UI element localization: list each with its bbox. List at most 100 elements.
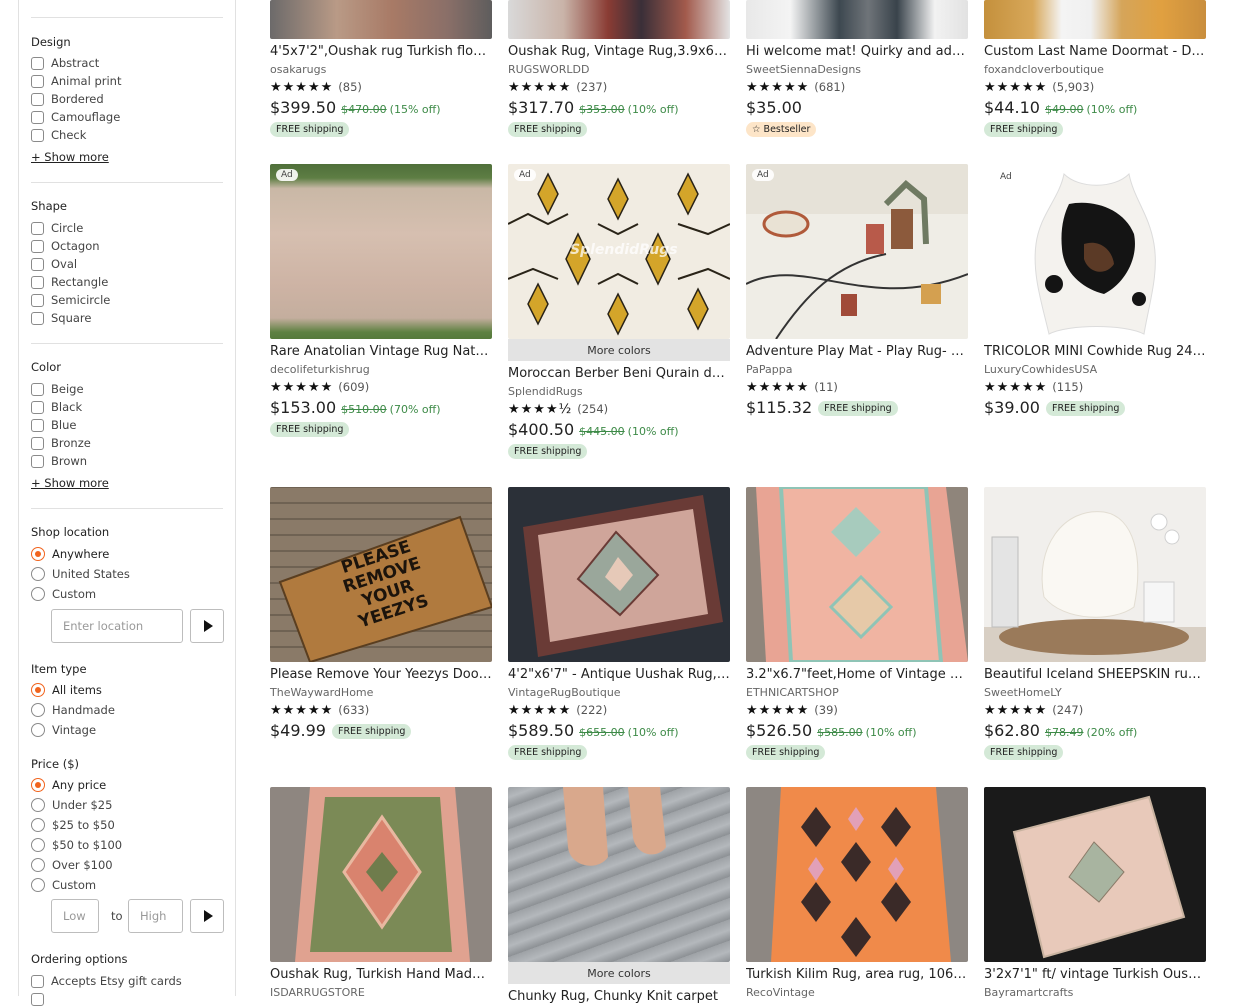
listing-card[interactable]: 3'2x7'1" ft/ vintage Turkish Oushak rug … <box>984 787 1206 999</box>
shape-option-oval[interactable]: Oval <box>31 256 77 272</box>
listing-title[interactable]: Oushak Rug, Turkish Hand Made Rug <box>270 967 492 983</box>
shape-option-semicircle[interactable]: Semicircle <box>31 292 110 308</box>
ordering-option-next[interactable] <box>31 991 51 1007</box>
listing-image[interactable] <box>746 0 968 39</box>
listing-card[interactable]: Ad SplendidRugs More colors Moroccan Ber… <box>508 164 730 459</box>
listing-shop[interactable]: osakarugs <box>270 63 492 76</box>
listing-image[interactable]: Ad <box>270 164 492 339</box>
radio-icon[interactable] <box>31 818 45 832</box>
radio-selected-icon[interactable] <box>31 778 45 792</box>
radio-icon[interactable] <box>31 858 45 872</box>
ordering-option-gift-cards[interactable]: Accepts Etsy gift cards <box>31 973 182 989</box>
checkbox-icon[interactable] <box>31 74 44 88</box>
color-option-brown[interactable]: Brown <box>31 453 87 469</box>
listing-title[interactable]: 4'2"x6'7" - Antique Uushak Rug, Vintage <box>508 667 730 683</box>
design-option-bordered[interactable]: Bordered <box>31 91 104 107</box>
listing-shop[interactable]: SweetSiennaDesigns <box>746 63 968 76</box>
design-option-check[interactable]: Check <box>31 127 86 143</box>
listing-shop[interactable]: ETHNICARTSHOP <box>746 686 968 699</box>
listing-shop[interactable]: LuxuryCowhidesUSA <box>984 363 1206 376</box>
checkbox-icon[interactable] <box>31 257 44 271</box>
listing-shop[interactable]: PaPappa <box>746 363 968 376</box>
listing-title[interactable]: Please Remove Your Yeezys Doormat <box>270 667 492 683</box>
price-option-over-100[interactable]: Over $100 <box>31 857 113 873</box>
location-option-custom[interactable]: Custom <box>31 586 96 602</box>
listing-title[interactable]: Custom Last Name Doormat - Door mat <box>984 44 1206 60</box>
checkbox-icon[interactable] <box>31 56 44 70</box>
listing-image[interactable] <box>508 0 730 39</box>
listing-shop[interactable]: decolifeturkishrug <box>270 363 492 376</box>
radio-icon[interactable] <box>31 587 45 601</box>
more-colors-bar[interactable]: More colors <box>508 339 730 361</box>
listing-title[interactable]: Moroccan Berber Beni Qurain design rug <box>508 366 730 382</box>
listing-card[interactable]: 4'5x7'2",Oushak rug Turkish floor rug os… <box>270 0 492 137</box>
listing-shop[interactable]: Bayramartcrafts <box>984 986 1206 999</box>
price-submit-button[interactable] <box>190 899 224 933</box>
location-submit-button[interactable] <box>190 609 224 643</box>
listing-image[interactable] <box>270 787 492 962</box>
design-option-camouflage[interactable]: Camouflage <box>31 109 120 125</box>
radio-icon[interactable] <box>31 723 45 737</box>
listing-card[interactable]: Ad Rare Anatolian Vintage Rug Natural de… <box>270 164 492 437</box>
listing-card[interactable]: More colors Chunky Rug, Chunky Knit carp… <box>508 787 730 1005</box>
shape-option-octagon[interactable]: Octagon <box>31 238 100 254</box>
design-option-abstract[interactable]: Abstract <box>31 55 99 71</box>
listing-title[interactable]: 4'5x7'2",Oushak rug Turkish floor rug <box>270 44 492 60</box>
item-type-option-handmade[interactable]: Handmade <box>31 702 115 718</box>
price-option-under-25[interactable]: Under $25 <box>31 797 112 813</box>
checkbox-icon[interactable] <box>31 221 44 235</box>
checkbox-icon[interactable] <box>31 454 44 468</box>
listing-card[interactable]: 3.2"x6.7"feet,Home of Vintage Oushak ETH… <box>746 487 968 760</box>
location-input[interactable]: Enter location <box>51 609 183 643</box>
listing-card[interactable]: Hi welcome mat! Quirky and adorable Swee… <box>746 0 968 137</box>
checkbox-icon[interactable] <box>31 992 44 1006</box>
listing-title[interactable]: Chunky Rug, Chunky Knit carpet <box>508 989 730 1005</box>
checkbox-icon[interactable] <box>31 128 44 142</box>
listing-shop[interactable]: SplendidRugs <box>508 385 730 398</box>
more-colors-bar[interactable]: More colors <box>508 962 730 984</box>
checkbox-icon[interactable] <box>31 110 44 124</box>
listing-image[interactable] <box>984 487 1206 662</box>
shape-option-circle[interactable]: Circle <box>31 220 83 236</box>
listing-shop[interactable]: ISDARRUGSTORE <box>270 986 492 999</box>
radio-icon[interactable] <box>31 878 45 892</box>
listing-shop[interactable]: RUGSWORLDD <box>508 63 730 76</box>
listing-card[interactable]: Custom Last Name Doormat - Door mat foxa… <box>984 0 1206 137</box>
radio-selected-icon[interactable] <box>31 547 45 561</box>
listing-title[interactable]: TRICOLOR MINI Cowhide Rug 24" x 30" <box>984 344 1206 360</box>
radio-icon[interactable] <box>31 798 45 812</box>
listing-image[interactable] <box>984 0 1206 39</box>
checkbox-icon[interactable] <box>31 275 44 289</box>
listing-image[interactable] <box>508 787 730 962</box>
listing-title[interactable]: Rare Anatolian Vintage Rug Natural <box>270 344 492 360</box>
listing-shop[interactable]: VintageRugBoutique <box>508 686 730 699</box>
listing-card[interactable]: Oushak Rug, Turkish Hand Made Rug ISDARR… <box>270 787 492 999</box>
listing-image[interactable]: Ad SplendidRugs <box>508 164 730 339</box>
listing-image[interactable] <box>508 487 730 662</box>
checkbox-icon[interactable] <box>31 382 44 396</box>
radio-icon[interactable] <box>31 567 45 581</box>
listing-title[interactable]: Turkish Kilim Rug, area rug, 106"x55" <box>746 967 968 983</box>
checkbox-icon[interactable] <box>31 974 44 988</box>
checkbox-icon[interactable] <box>31 293 44 307</box>
price-option-any[interactable]: Any price <box>31 777 106 793</box>
listing-card[interactable]: Ad TRICOLOR MINI Cowhide Rug 24" x 30" L… <box>984 164 1206 418</box>
color-option-beige[interactable]: Beige <box>31 381 84 397</box>
shape-option-square[interactable]: Square <box>31 310 92 326</box>
listing-title[interactable]: Adventure Play Mat - Play Rug- Road <box>746 344 968 360</box>
listing-image[interactable] <box>984 787 1206 962</box>
listing-image[interactable]: Ad <box>984 164 1206 339</box>
item-type-option-vintage[interactable]: Vintage <box>31 722 96 738</box>
listing-card[interactable]: 4'2"x6'7" - Antique Uushak Rug, Vintage … <box>508 487 730 760</box>
listing-card[interactable]: Beautiful Iceland SHEEPSKIN rug. Sheep S… <box>984 487 1206 760</box>
color-option-blue[interactable]: Blue <box>31 417 76 433</box>
color-show-more-link[interactable]: + Show more <box>31 476 109 490</box>
shape-option-rectangle[interactable]: Rectangle <box>31 274 108 290</box>
checkbox-icon[interactable] <box>31 311 44 325</box>
listing-title[interactable]: Oushak Rug, Vintage Rug,3.9x6.8 ft <box>508 44 730 60</box>
radio-selected-icon[interactable] <box>31 683 45 697</box>
listing-shop[interactable]: SweetHomeLY <box>984 686 1206 699</box>
listing-title[interactable]: 3'2x7'1" ft/ vintage Turkish Oushak rug <box>984 967 1206 983</box>
listing-image[interactable] <box>746 787 968 962</box>
item-type-option-all-items[interactable]: All items <box>31 682 102 698</box>
